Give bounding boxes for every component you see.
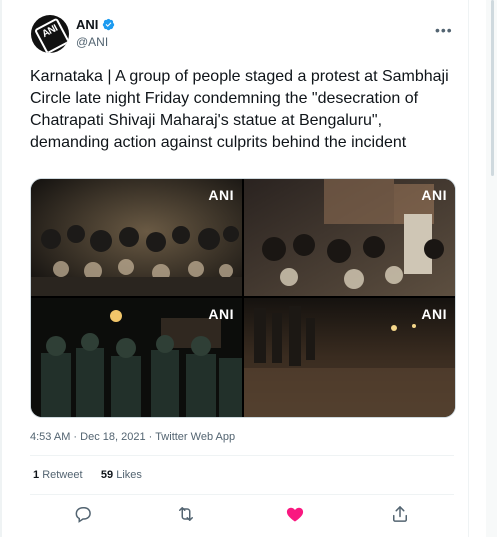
tweet-source[interactable]: Twitter Web App <box>155 431 235 443</box>
watermark-1: ANI <box>208 187 234 203</box>
like-icon[interactable] <box>285 504 305 524</box>
retweets-stat[interactable]: 1 Retweet <box>33 469 83 481</box>
likes-stat[interactable]: 59 Likes <box>101 469 142 481</box>
tweet-meta: 4:53 AM · Dec 18, 2021 · Twitter Web App <box>30 431 235 443</box>
media-photo-4[interactable]: ANI <box>244 298 455 417</box>
card-border-left <box>0 0 2 537</box>
media-photo-2[interactable]: ANI <box>244 179 455 296</box>
watermark-3: ANI <box>208 306 234 322</box>
watermark-4: ANI <box>421 306 447 322</box>
retweets-count: 1 <box>33 469 40 481</box>
share-icon[interactable] <box>390 504 410 524</box>
watermark-2: ANI <box>421 187 447 203</box>
meta-separator: · <box>73 431 78 443</box>
author-name[interactable]: ANI <box>76 17 98 32</box>
likes-count: 59 <box>100 469 114 481</box>
card-border-right <box>468 0 469 537</box>
avatar[interactable]: ANI <box>31 15 69 53</box>
tweet-stats: 1 Retweet 59 Likes <box>33 469 142 481</box>
tweet-text: Karnataka | A group of people staged a p… <box>30 68 449 151</box>
reply-icon[interactable] <box>73 504 93 524</box>
tweet-card: ANI ANI @ANI ••• Karnataka | A group of … <box>0 0 470 537</box>
retweet-icon[interactable] <box>176 504 196 524</box>
divider-bottom <box>30 494 454 495</box>
more-options-icon[interactable]: ••• <box>435 22 453 38</box>
media-photo-1[interactable]: ANI <box>31 179 242 296</box>
media-photo-3[interactable]: ANI <box>31 298 242 417</box>
verified-badge-icon <box>102 18 115 31</box>
page-scrollbar-thumb[interactable] <box>491 0 494 176</box>
author-handle[interactable]: @ANI <box>76 35 108 49</box>
tweet-time[interactable]: 4:53 AM <box>30 431 70 443</box>
divider-top <box>30 455 454 456</box>
retweets-label: Retweet <box>42 469 83 481</box>
meta-separator-2: · <box>148 431 153 443</box>
tweet-date[interactable]: Dec 18, 2021 <box>80 431 145 443</box>
media-grid: ANI ANI ANI ANI <box>30 178 456 418</box>
action-bar <box>0 504 470 528</box>
likes-label: Likes <box>116 469 142 481</box>
